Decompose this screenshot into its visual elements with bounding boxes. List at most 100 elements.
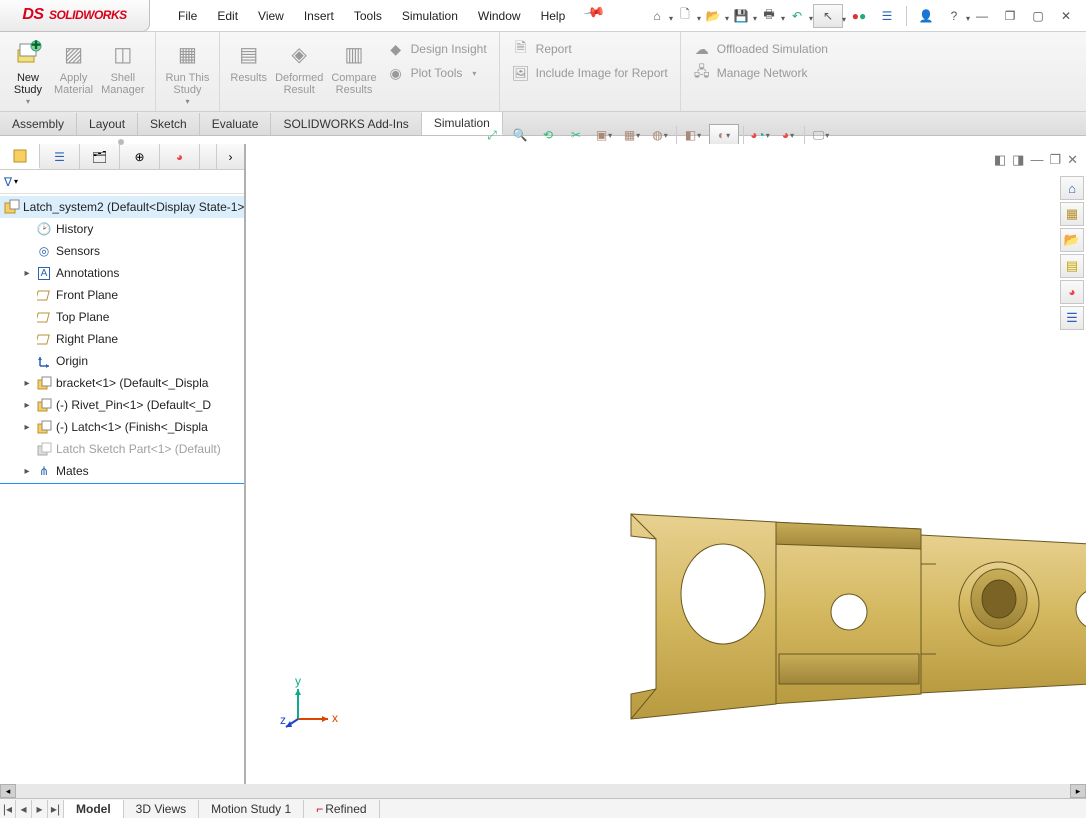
caret-icon[interactable]: ▸ [22,268,32,279]
feature-manager-tabs: ☰ 🗂 ⊕ ◕ › [0,144,244,170]
save-button[interactable]: 💾▾ [729,4,753,28]
caret-icon[interactable]: ▸ [22,400,32,411]
close-button[interactable]: ✕ [1054,4,1078,28]
taskpane-home[interactable]: ⌂ [1060,176,1084,200]
graphics-viewport[interactable]: ◧ ◨ — ❐ ✕ ⌂ ▦ 📂 ▤ ◕ ☰ [246,144,1086,784]
taskpane-design-library[interactable]: 📂 [1060,228,1084,252]
new-study-button[interactable]: ✚ New Study ▾ [6,36,50,108]
hide-show-button[interactable]: ◍▾ [648,124,672,146]
rebuild-button[interactable]: ●● [847,4,871,28]
vp-restore-button[interactable]: ❐ [1049,152,1061,168]
zoom-area-button[interactable]: 🔍 [508,124,532,146]
tree-root-label: Latch_system2 (Default<Display State-1>) [23,200,244,214]
filter-icon[interactable]: ∇ [4,175,12,189]
run-study-button: ▦ Run This Study ▾ [162,36,214,108]
tree-item-4[interactable]: Top Plane [0,306,244,328]
open-button[interactable]: 📂▾ [701,4,725,28]
design-insight-button: ◆Design Insight [387,40,487,58]
render-tools-button[interactable]: ◕▾ [776,124,800,146]
tree-item-11[interactable]: ▸⋔Mates [0,460,244,482]
vp-minimize-button[interactable]: — [1030,152,1043,168]
display-style-button[interactable]: ▦▾ [620,124,644,146]
menu-help[interactable]: Help [531,3,576,29]
rollback-bar[interactable] [0,483,244,484]
view-settings-button[interactable]: ◕◔▾ [748,124,772,146]
select-button[interactable]: ↖▾ [813,4,843,28]
print-button[interactable]: 🖶▾ [757,4,781,28]
scroll-left-button[interactable]: ◂ [0,784,16,798]
fm-tab-expand[interactable]: › [216,144,244,169]
undo-button[interactable]: ↶▾ [785,4,809,28]
menu-insert[interactable]: Insert [294,3,344,29]
tree-item-icon [35,286,53,304]
ribbon: ✚ New Study ▾ ▨ Apply Material ◫ Shell M… [0,32,1086,112]
tree-item-8[interactable]: ▸(-) Rivet_Pin<1> (Default<_D [0,394,244,416]
tree-item-2[interactable]: ▸AAnnotations [0,262,244,284]
help-button[interactable]: ?▾ [942,4,966,28]
menu-view[interactable]: View [248,3,294,29]
tab-nav-next[interactable]: ▸ [32,800,48,818]
bottom-tab-refined[interactable]: ⌐Refined [304,800,379,818]
bottom-tab-3dviews[interactable]: 3D Views [124,800,199,818]
tree-item-0[interactable]: 🕑History [0,218,244,240]
tree-item-1[interactable]: ◎Sensors [0,240,244,262]
tab-evaluate[interactable]: Evaluate [200,113,272,135]
taskpane-custom-props[interactable]: ☰ [1060,306,1084,330]
zoom-fit-button[interactable]: ⤢ [480,124,504,146]
display-state-button[interactable]: 🖵▾ [809,124,833,146]
previous-view-button[interactable]: ⟲ [536,124,560,146]
menu-edit[interactable]: Edit [207,3,248,29]
tab-nav-first[interactable]: |◂ [0,800,16,818]
menu-window[interactable]: Window [468,3,531,29]
horizontal-scrollbar[interactable]: ◂ ▸ [0,784,1086,798]
user-button[interactable]: 👤 [914,4,938,28]
taskpane-appearances[interactable]: ◕ [1060,280,1084,304]
vp-next-icon[interactable]: ◨ [1012,152,1024,168]
tab-nav-last[interactable]: ▸| [48,800,64,818]
tab-sketch[interactable]: Sketch [138,113,200,135]
fm-tab-property[interactable]: ☰ [40,144,80,169]
home-button[interactable]: ⌂▾ [645,4,669,28]
fm-tab-dim[interactable]: ⊕ [120,144,160,169]
section-view-button[interactable]: ✂ [564,124,588,146]
tree-root[interactable]: Latch_system2 (Default<Display State-1>) [0,196,244,218]
scroll-right-button[interactable]: ▸ [1070,784,1086,798]
design-insight-icon: ◆ [387,40,405,58]
caret-icon[interactable]: ▸ [22,378,32,389]
restore-button[interactable]: ❐ [998,4,1022,28]
view-orientation-button[interactable]: ▣▾ [592,124,616,146]
caret-icon[interactable]: ▸ [22,466,32,477]
tab-nav-prev[interactable]: ◂ [16,800,32,818]
fm-tab-display[interactable]: ◕ [160,144,200,169]
caret-icon[interactable]: ▸ [22,422,32,433]
frame-button[interactable]: ▢ [1026,4,1050,28]
edit-appearance-button[interactable]: ◧▾ [681,124,705,146]
options-button[interactable]: ☰ [875,4,899,28]
tree-item-10[interactable]: Latch Sketch Part<1> (Default) [0,438,244,460]
new-button[interactable]: 🗋▾ [673,4,697,28]
menu-simulation[interactable]: Simulation [392,3,468,29]
minimize-button[interactable]: — [970,4,994,28]
pin-icon[interactable]: 📌 [577,0,606,31]
taskpane-resources[interactable]: ▦ [1060,202,1084,226]
tree-item-7[interactable]: ▸bracket<1> (Default<_Displa [0,372,244,394]
tree-item-5[interactable]: Right Plane [0,328,244,350]
tree-item-3[interactable]: Front Plane [0,284,244,306]
tab-addins[interactable]: SOLIDWORKS Add-Ins [271,113,421,135]
tab-layout[interactable]: Layout [77,113,138,135]
apply-scene-button[interactable]: ◐▾ [709,124,739,146]
vp-close-button[interactable]: ✕ [1067,152,1078,168]
fm-tab-tree[interactable] [0,144,40,169]
vp-prev-icon[interactable]: ◧ [994,152,1006,168]
tab-assembly[interactable]: Assembly [0,113,77,135]
view-triad[interactable]: x y z [278,674,338,734]
scroll-track[interactable] [16,784,1070,798]
menu-tools[interactable]: Tools [344,3,392,29]
bottom-tab-motion-study[interactable]: Motion Study 1 [199,800,304,818]
bottom-tab-model[interactable]: Model [64,800,124,818]
taskpane-file-explorer[interactable]: ▤ [1060,254,1084,278]
tree-item-6[interactable]: Origin [0,350,244,372]
fm-tab-config[interactable]: 🗂 [80,144,120,169]
menu-file[interactable]: File [168,3,207,29]
tree-item-9[interactable]: ▸(-) Latch<1> (Finish<_Displa [0,416,244,438]
